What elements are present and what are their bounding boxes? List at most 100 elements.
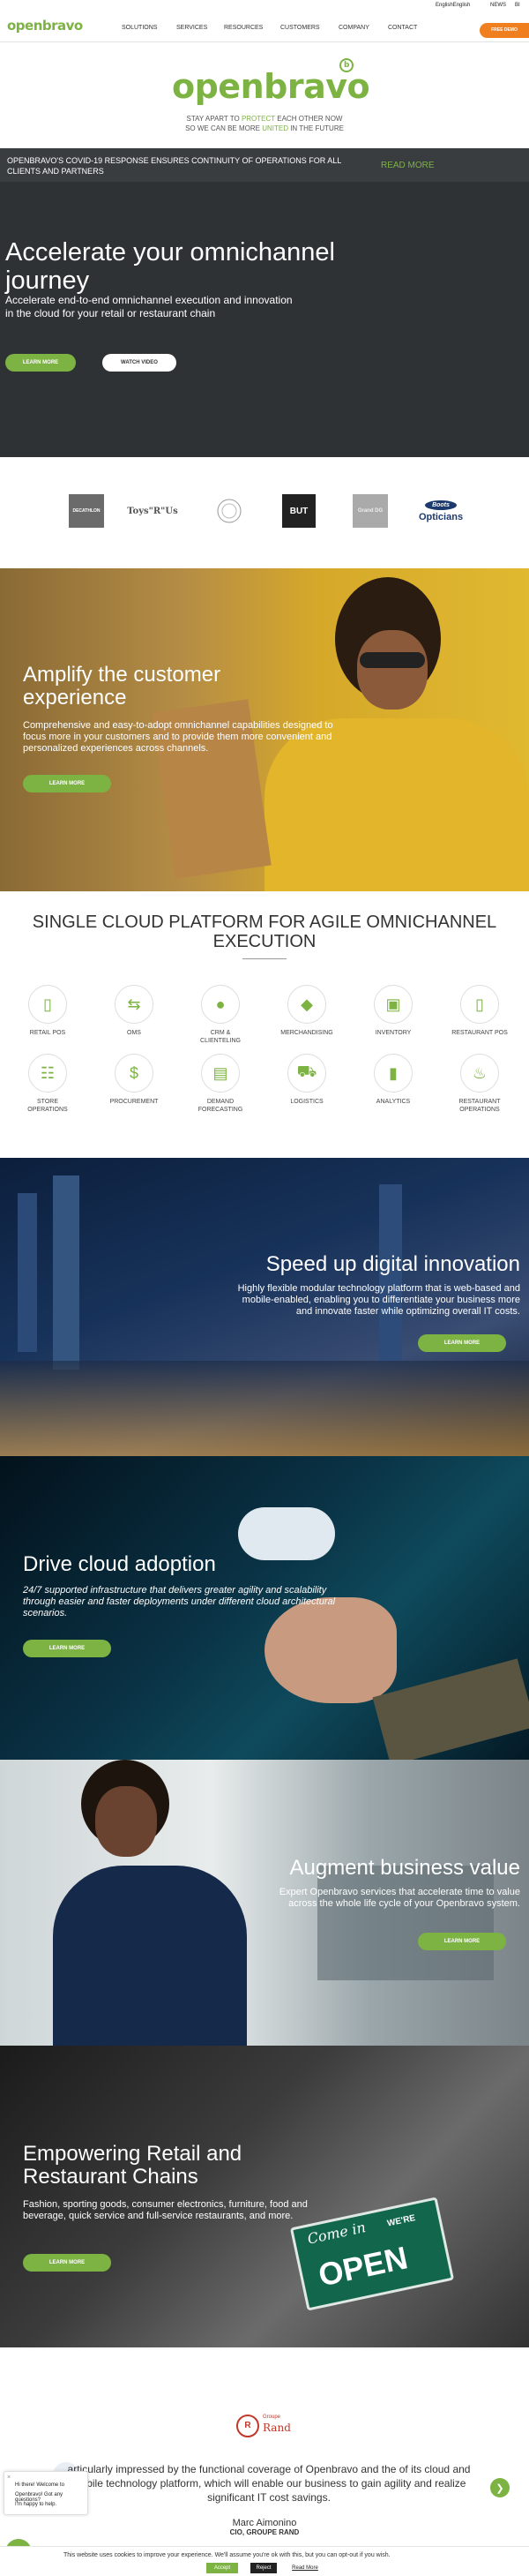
amplify-description: Comprehensive and easy-to-adopt omnichan… [23, 720, 333, 754]
tile-crm[interactable]: ● CRM & CLIENTELING [190, 985, 251, 1045]
title-underline [242, 958, 287, 959]
tile-procurement[interactable]: $ PROCUREMENT [103, 1054, 165, 1106]
background-meeting [317, 1866, 494, 1980]
chart-icon: ▤ [201, 1054, 240, 1093]
free-demo-button[interactable]: FREE DEMO [480, 23, 529, 38]
amplify-learn-more-button[interactable]: LEARN MORE [23, 775, 111, 792]
nav-item-resources[interactable]: RESOURCES [224, 25, 263, 31]
covid-notice-text: OPENBRAVO'S COVID-19 RESPONSE ENSURES CO… [7, 156, 341, 176]
value-description: Expert Openbravo services that accelerat… [279, 1887, 520, 1909]
logo-mark-icon: b [339, 58, 354, 72]
person-icon: ● [201, 985, 240, 1024]
language-selector[interactable]: EnglishEnglish [436, 3, 470, 8]
carousel-next-button[interactable]: ❯ [490, 2478, 510, 2497]
covid-read-more-link[interactable]: READ MORE [381, 161, 435, 170]
patterned-blouse [53, 1866, 247, 2046]
tile-oms[interactable]: ⇆ OMS [103, 985, 165, 1037]
tile-merchandising[interactable]: ◆ MERCHANDISING [276, 985, 338, 1037]
tile-retail-pos[interactable]: ▯ RETAIL POS [17, 985, 78, 1037]
groupe-rand-logo: R Groupe Rand [236, 2415, 293, 2439]
cloud-description: 24/7 supported infrastructure that deliv… [23, 1585, 336, 1618]
banner-logo: openbravo b [172, 58, 370, 106]
nav-item-solutions[interactable]: SOLUTIONS [122, 25, 157, 31]
sitemap-icon: ☷ [28, 1054, 67, 1093]
innovation-learn-more-button[interactable]: LEARN MORE [418, 1334, 506, 1352]
sunglasses [360, 652, 425, 668]
cookie-read-more-link[interactable]: Read More [286, 2563, 324, 2573]
banner-line-2: SO WE CAN BE MORE UNITED IN THE FUTURE [185, 124, 344, 132]
banner-line-1: STAY APART TO PROTECT EACH OTHER NOW [186, 115, 343, 123]
hero-learn-more-button[interactable]: LEARN MORE [5, 354, 76, 372]
innovation-description: Highly flexible modular technology platf… [237, 1283, 520, 1317]
shuffle-icon: ⇆ [115, 985, 153, 1024]
brand-logo-grand: Grand DG [353, 494, 388, 528]
brand-logo-toysrus: Toys"R"Us [127, 506, 178, 516]
tile-analytics[interactable]: ▮ ANALYTICS [362, 1054, 424, 1106]
utility-bar: EnglishEnglish NEWS BI [0, 0, 529, 12]
model-face [95, 1786, 157, 1857]
covid-banner: openbravo b STAY APART TO PROTECT EACH O… [0, 42, 529, 148]
hero-section: OPENBRAVO'S COVID-19 RESPONSE ENSURES CO… [0, 148, 529, 457]
testimonial-name: Marc Aimonino [232, 2518, 297, 2528]
cloud-learn-more-button[interactable]: LEARN MORE [23, 1640, 111, 1657]
testimonial-role: CIO, GROUPE RAND [229, 2528, 300, 2536]
customer-logos: DECATHLON Toys"R"Us BUT Grand DG Boots O… [0, 457, 529, 568]
brand-logo-boots-opticians: Boots Opticians [418, 499, 464, 522]
retail-description: Fashion, sporting goods, consumer electr… [23, 2199, 308, 2221]
box-icon: ▣ [374, 985, 413, 1024]
utility-extra[interactable]: BI [515, 3, 520, 8]
cookie-accept-button[interactable]: Accept [206, 2563, 238, 2573]
chat-close-icon[interactable]: × [7, 2475, 11, 2481]
sign-were: WE'RE [386, 2213, 417, 2229]
cloud-title: Drive cloud adoption [23, 1552, 216, 1576]
tile-demand-forecasting[interactable]: ▤ DEMAND FORECASTING [190, 1054, 251, 1114]
amplify-section: Amplify the customer experience Comprehe… [0, 568, 529, 891]
watch-video-button[interactable]: WATCH VIDEO [102, 354, 176, 372]
chevron-right-icon: ❯ [495, 2482, 504, 2494]
value-section: Augment business value Expert Openbravo … [0, 1760, 529, 2046]
skyscraper [18, 1193, 37, 1352]
nav-item-company[interactable]: COMPANY [339, 25, 369, 31]
main-nav: openbravo SOLUTIONS SERVICES RESOURCES C… [0, 12, 529, 42]
testimonial-section: R Groupe Rand articularly impressed by t… [0, 2347, 529, 2546]
tile-store-operations[interactable]: ☷ STORE OPERATIONS [17, 1054, 78, 1114]
covid-notice: OPENBRAVO'S COVID-19 RESPONSE ENSURES CO… [0, 148, 529, 182]
chat-line-3: I'm happy to help. [15, 2502, 57, 2507]
platform-title: SINGLE CLOUD PLATFORM FOR AGILE OMNICHAN… [32, 912, 497, 951]
brand-logo-but: BUT [282, 494, 316, 528]
seal-icon [217, 499, 242, 523]
innovation-section: Speed up digital innovation Highly flexi… [0, 1158, 529, 1456]
rand-emblem-icon: R [236, 2415, 259, 2437]
news-link[interactable]: NEWS [490, 3, 506, 8]
nav-item-contact[interactable]: CONTACT [388, 25, 417, 31]
tile-restaurant-operations[interactable]: ♨ RESTAURANT OPERATIONS [449, 1054, 510, 1114]
platform-section: SINGLE CLOUD PLATFORM FOR AGILE OMNICHAN… [0, 891, 529, 1158]
sign-come-in: Come in [305, 2219, 368, 2248]
brand-logo-decathlon: DECATHLON [69, 494, 104, 528]
skyscraper [53, 1175, 79, 1370]
innovation-title: Speed up digital innovation [265, 1252, 520, 1276]
chat-greeting: Hi there! Welcome to [15, 2482, 64, 2488]
city-lights [0, 1361, 529, 1456]
sign-open: OPEN [315, 2239, 411, 2294]
chat-popup[interactable]: × Hi there! Welcome to Openbravo! Got an… [4, 2471, 88, 2515]
page: EnglishEnglish NEWS BI openbravo SOLUTIO… [0, 0, 529, 2576]
tile-inventory[interactable]: ▣ INVENTORY [362, 985, 424, 1037]
site-logo[interactable]: openbravo [7, 18, 83, 34]
retail-learn-more-button[interactable]: LEARN MORE [23, 2254, 111, 2272]
nav-item-customers[interactable]: CUSTOMERS [280, 25, 320, 31]
mobile-icon: ▯ [28, 985, 67, 1024]
retail-section: Come in WE'RE OPEN Empowering Retail and… [0, 2046, 529, 2347]
cookie-reject-button[interactable]: Reject [250, 2563, 277, 2573]
tile-restaurant-pos[interactable]: ▯ RESTAURANT POS [449, 985, 510, 1037]
cloud-section: Drive cloud adoption 24/7 supported infr… [0, 1456, 529, 1760]
value-learn-more-button[interactable]: LEARN MORE [418, 1933, 506, 1950]
amplify-title: Amplify the customer experience [23, 663, 221, 710]
model-face [357, 630, 428, 710]
tile-logistics[interactable]: ⛟ LOGISTICS [276, 1054, 338, 1106]
bar-chart-icon: ▮ [374, 1054, 413, 1093]
truck-icon: ⛟ [287, 1054, 326, 1093]
hero-title: Accelerate your omnichannel journey [5, 238, 335, 295]
cookie-bar: This website uses cookies to improve you… [0, 2546, 529, 2576]
nav-item-services[interactable]: SERVICES [176, 25, 207, 31]
